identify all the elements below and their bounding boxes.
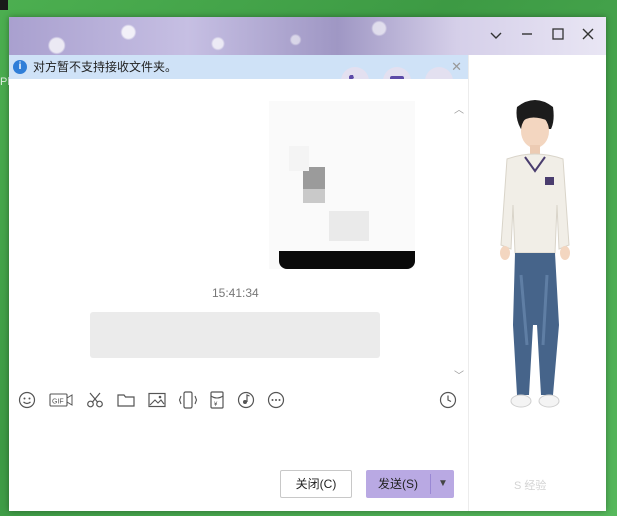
more-options-icon[interactable] <box>266 390 286 410</box>
svg-text:GIF: GIF <box>52 399 64 406</box>
text-message-bubble[interactable] <box>90 312 380 358</box>
chevron-down-icon[interactable]: ▼ <box>432 470 454 498</box>
maximize-icon[interactable] <box>547 25 569 47</box>
history-clock-icon[interactable] <box>438 390 458 410</box>
emoji-icon[interactable] <box>17 390 37 410</box>
scroll-up-icon[interactable]: ︿ <box>454 101 464 116</box>
input-toolbar: GIF ¥ <box>9 383 468 417</box>
scissors-icon[interactable] <box>85 390 105 410</box>
scroll-down-icon[interactable]: ﹀ <box>454 367 464 382</box>
svg-text:¥: ¥ <box>214 402 218 408</box>
image-message[interactable] <box>269 101 415 269</box>
close-button[interactable]: 关闭(C) <box>280 470 352 498</box>
avatar-side-panel: S 经验 <box>468 55 606 511</box>
chevron-down-icon[interactable] <box>485 25 507 47</box>
avatar-figure <box>500 100 570 408</box>
image-icon[interactable] <box>147 390 167 410</box>
send-button-divider <box>430 474 431 494</box>
message-input[interactable] <box>9 417 468 467</box>
desktop-dark-strip <box>0 0 8 10</box>
send-button[interactable]: 发送(S) ▼ <box>366 470 454 498</box>
close-icon[interactable] <box>577 25 599 47</box>
music-icon[interactable] <box>236 390 256 410</box>
folder-icon[interactable] <box>116 390 136 410</box>
image-message-bottom-bar <box>279 251 415 269</box>
title-bar <box>9 17 606 55</box>
red-packet-icon[interactable]: ¥ <box>207 390 227 410</box>
info-bar-close-icon[interactable]: ✕ <box>451 55 462 79</box>
info-bar-text: 对方暂不支持接收文件夹。 <box>33 60 178 74</box>
message-timestamp: 15:41:34 <box>212 286 259 300</box>
minimize-icon[interactable] <box>516 25 538 47</box>
info-icon: i <box>13 60 27 74</box>
gif-icon[interactable]: GIF <box>49 390 73 410</box>
chat-window: i 对方暂不支持接收文件夹。 ✕ ︿ 15:41:34 ﹀ GIF ¥ 关闭(C… <box>9 17 606 511</box>
send-button-label[interactable]: 发送(S) <box>366 470 430 498</box>
watermark-logo: S 经验 <box>514 480 547 492</box>
shake-icon[interactable] <box>178 390 198 410</box>
chat-message-area[interactable]: ︿ 15:41:34 ﹀ <box>9 79 468 382</box>
